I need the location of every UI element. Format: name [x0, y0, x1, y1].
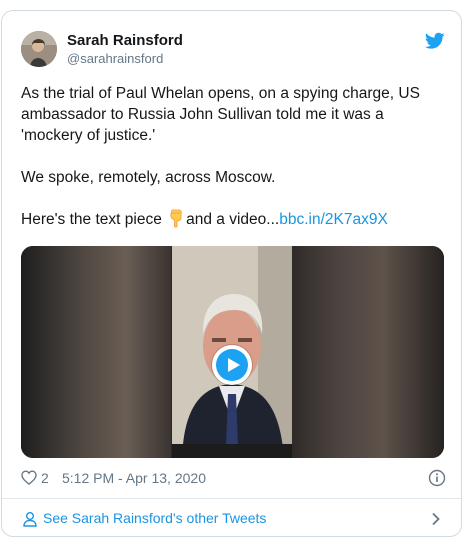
- author-handle[interactable]: @sarahrainsford: [67, 51, 163, 66]
- heart-icon[interactable]: [21, 470, 37, 486]
- avatar[interactable]: [21, 31, 57, 67]
- tweet-paragraph-2: We spoke, remotely, across Moscow.: [21, 169, 276, 186]
- like-count[interactable]: 2: [41, 470, 49, 486]
- twitter-bird-icon[interactable]: [424, 32, 445, 50]
- see-other-tweets-link[interactable]: See Sarah Rainsford's other Tweets: [2, 499, 461, 536]
- tweet-text: As the trial of Paul Whelan opens, on a …: [21, 83, 446, 230]
- tweet-header: Sarah Rainsford @sarahrainsford: [2, 11, 461, 81]
- backhand-index-pointing-down-icon: [167, 209, 185, 228]
- tweet-paragraph-3-before: Here's the text piece: [21, 211, 167, 228]
- info-icon[interactable]: [428, 469, 446, 487]
- tweet-meta: 2 5:12 PM - Apr 13, 2020: [21, 467, 446, 489]
- video-call-toolbar: [172, 444, 292, 458]
- tweet-card: Sarah Rainsford @sarahrainsford As the t…: [1, 10, 462, 537]
- tweet-link[interactable]: bbc.in/2K7ax9X: [279, 211, 388, 228]
- play-icon: [216, 349, 248, 381]
- see-other-tweets-label[interactable]: See Sarah Rainsford's other Tweets: [43, 510, 266, 526]
- tweet-timestamp[interactable]: 5:12 PM - Apr 13, 2020: [62, 470, 206, 486]
- tweet-paragraph-1: As the trial of Paul Whelan opens, on a …: [21, 85, 420, 144]
- tweet-paragraph-3-after: and a video...: [186, 211, 280, 228]
- author-display-name[interactable]: Sarah Rainsford: [67, 32, 183, 49]
- chevron-right-icon: [431, 512, 441, 526]
- video-blur-left: [21, 246, 171, 458]
- tweet-video[interactable]: [21, 246, 444, 458]
- person-icon: [22, 511, 38, 527]
- tweet-paragraph-3: Here's the text piece and a video...bbc.…: [21, 209, 446, 230]
- video-blur-right: [292, 246, 444, 458]
- play-button[interactable]: [212, 345, 252, 385]
